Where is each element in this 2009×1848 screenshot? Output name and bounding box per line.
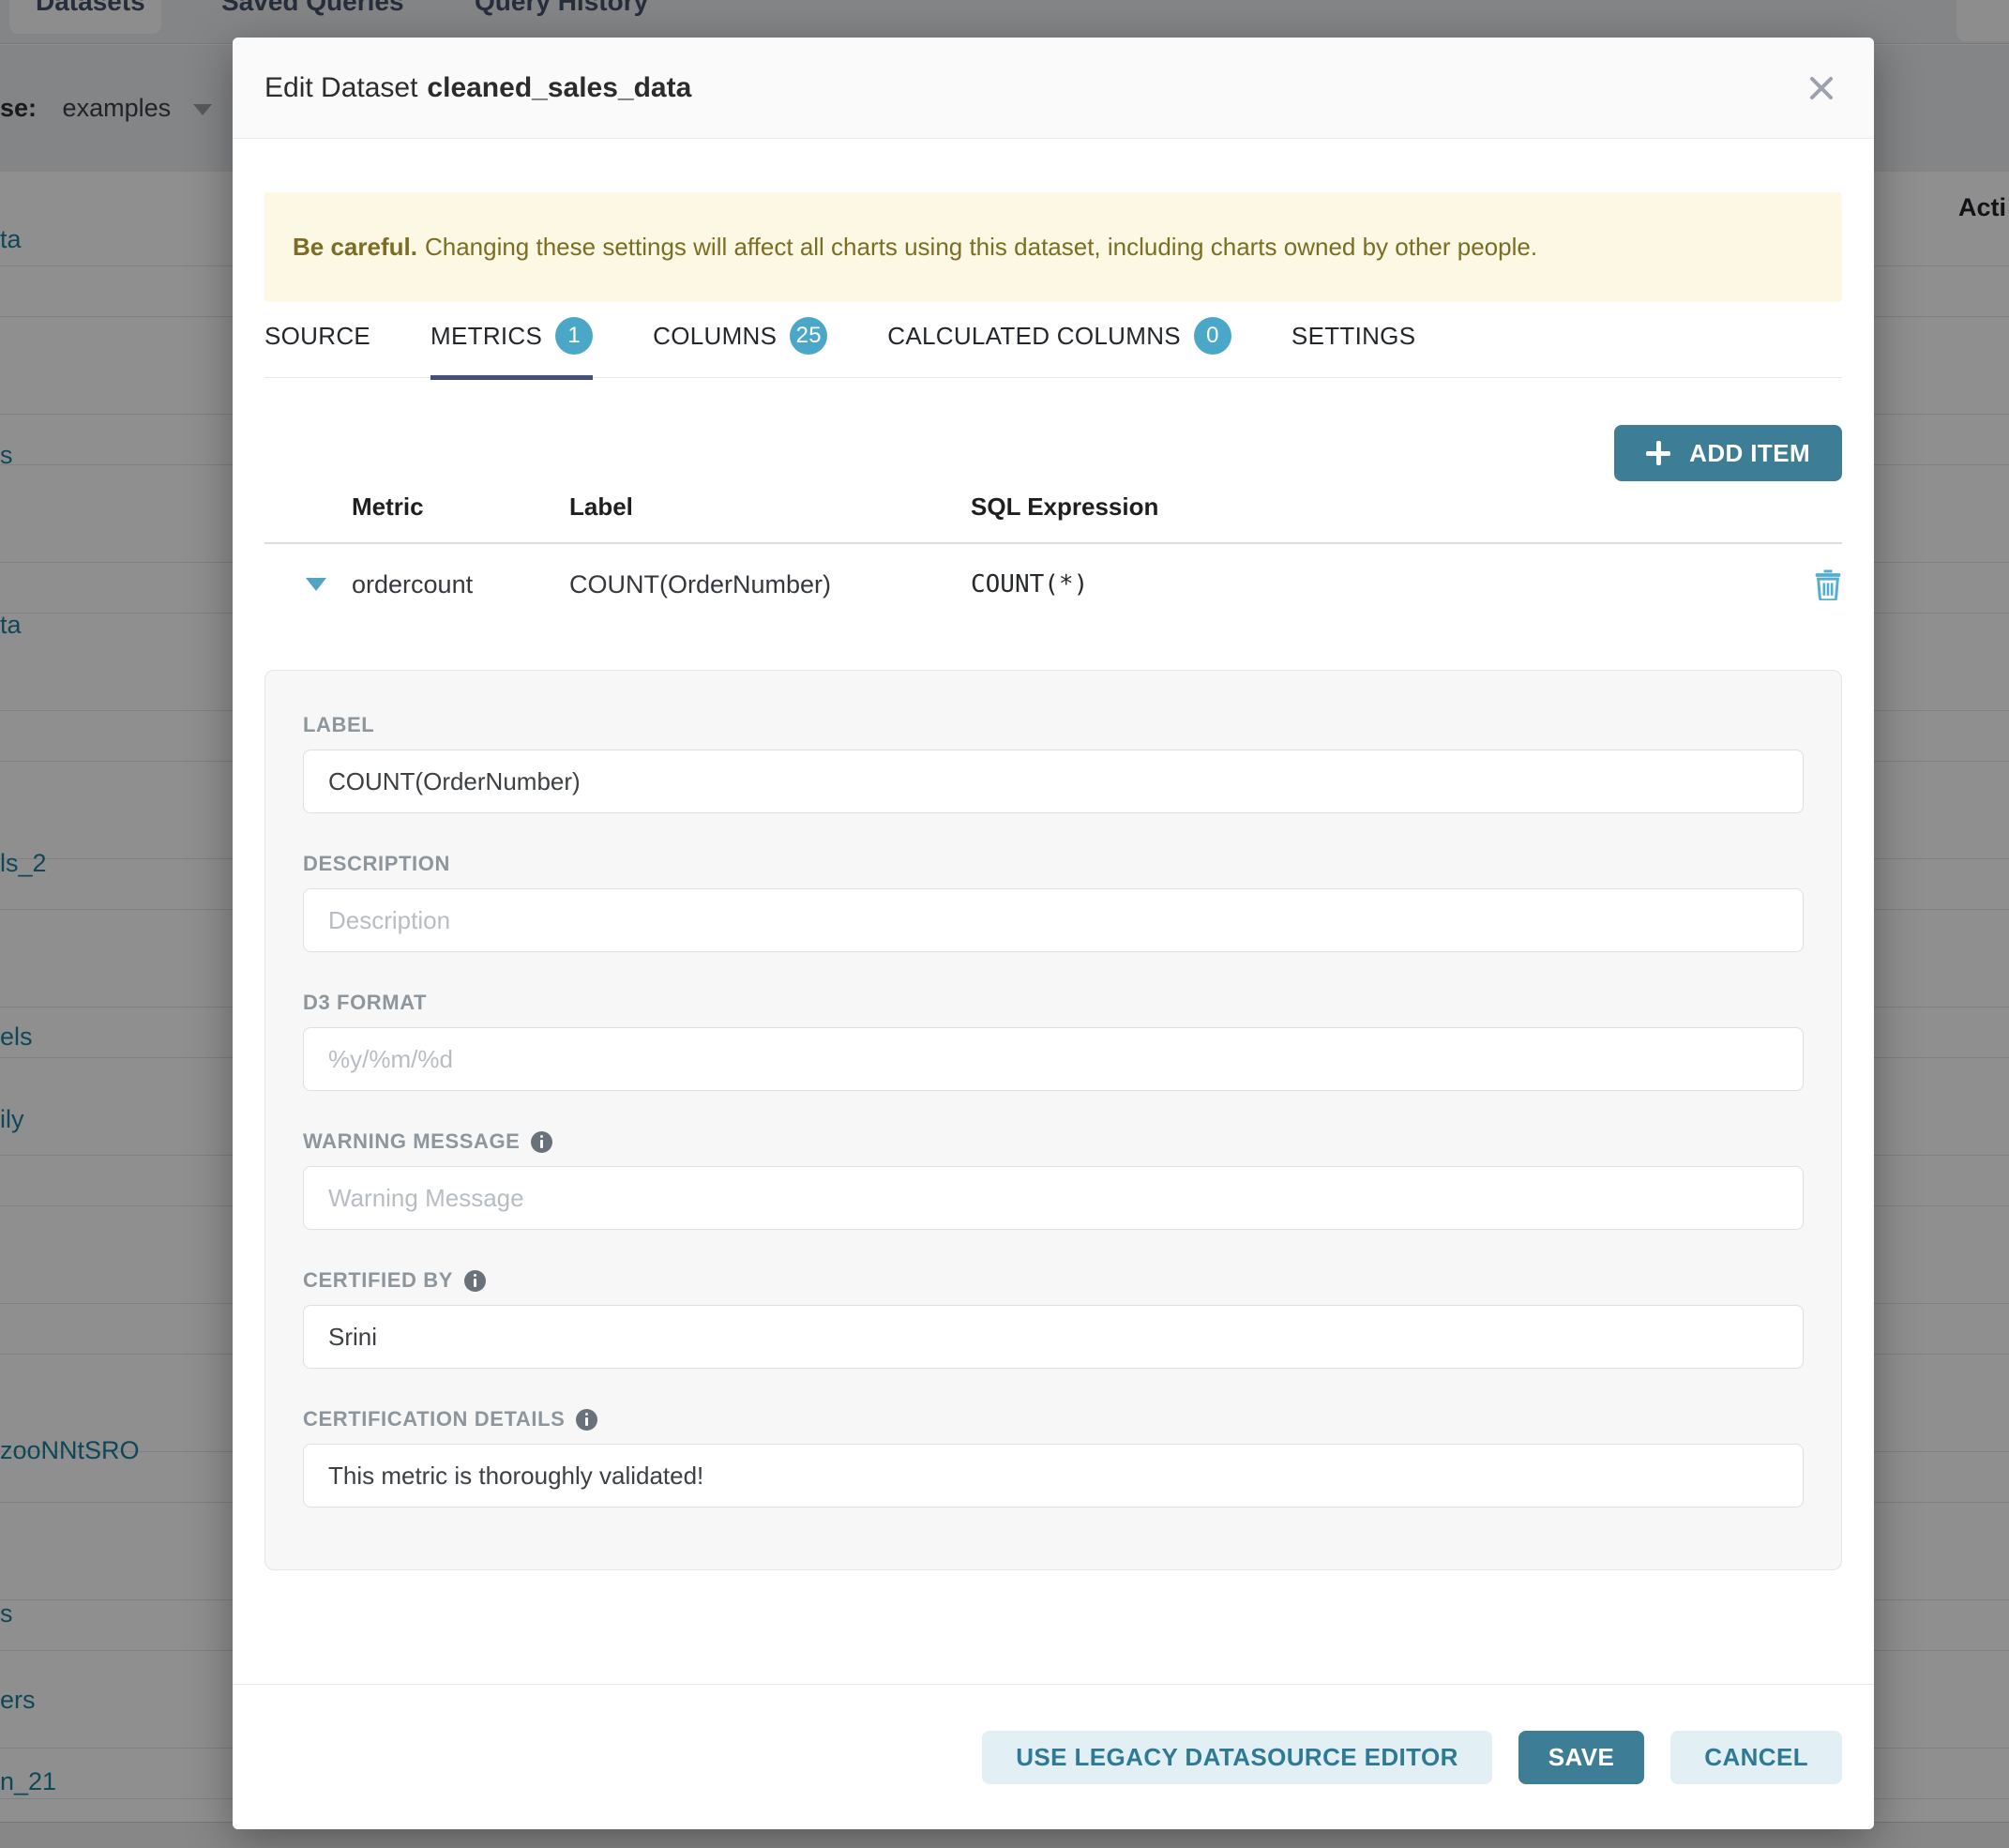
info-icon[interactable] [531, 1131, 552, 1153]
certified-by-group: CERTIFIED BY [303, 1267, 1804, 1369]
use-legacy-datasource-editor-button[interactable]: USE LEGACY DATASOURCE EDITOR [982, 1731, 1492, 1784]
save-button[interactable]: SAVE [1518, 1731, 1644, 1784]
metric-name: ordercount [352, 570, 569, 599]
warning-banner: Be careful. Changing these settings will… [264, 192, 1842, 302]
header-label: Label [569, 492, 971, 522]
label-field-label: LABEL [303, 712, 1804, 738]
description-field-label: DESCRIPTION [303, 851, 1804, 877]
metric-label: COUNT(OrderNumber) [569, 570, 971, 599]
add-item-label: ADD ITEM [1689, 439, 1810, 468]
modal-header: Edit Dataset cleaned_sales_data [233, 38, 1874, 139]
label-group: LABEL [303, 712, 1804, 813]
modal-tabs: SOURCE METRICS 1 COLUMNS 25 CALCULATED C… [264, 317, 1842, 378]
close-icon[interactable] [1801, 68, 1842, 109]
certification-details-input[interactable] [303, 1444, 1804, 1507]
info-icon[interactable] [464, 1270, 486, 1292]
cancel-button[interactable]: CANCEL [1670, 1731, 1842, 1784]
tab-metrics[interactable]: METRICS 1 [430, 317, 593, 380]
edit-dataset-modal: Edit Dataset cleaned_sales_data Be carefu… [233, 38, 1874, 1829]
certification-details-group: CERTIFICATION DETAILS [303, 1406, 1804, 1507]
tab-settings-label: SETTINGS [1292, 322, 1415, 351]
tab-calculated-columns-label: CALCULATED COLUMNS [887, 322, 1181, 351]
certified-by-field-label: CERTIFIED BY [303, 1267, 1804, 1294]
tab-metrics-label: METRICS [430, 322, 542, 351]
tab-source[interactable]: SOURCE [264, 317, 370, 380]
columns-count-badge: 25 [790, 317, 827, 355]
header-sql-expression: SQL Expression [971, 492, 1842, 522]
certification-details-field-label: CERTIFICATION DETAILS [303, 1406, 1804, 1432]
collapse-caret-icon[interactable] [306, 578, 326, 591]
add-item-button[interactable]: ADD ITEM [1614, 425, 1842, 481]
header-metric: Metric [352, 492, 569, 522]
metric-row: ordercount COUNT(OrderNumber) COUNT(*) [264, 544, 1842, 625]
d3-format-input[interactable] [303, 1027, 1804, 1091]
dataset-name: cleaned_sales_data [427, 72, 691, 103]
modal-content: Be careful. Changing these settings will… [233, 192, 1874, 1570]
metrics-count-badge: 1 [555, 317, 593, 355]
tab-columns-label: COLUMNS [653, 322, 777, 351]
tab-settings[interactable]: SETTINGS [1292, 317, 1415, 380]
metric-detail-panel: LABEL DESCRIPTION D3 FORMAT WARNING MESS… [264, 670, 1842, 1570]
plus-icon [1646, 441, 1670, 465]
certified-by-input[interactable] [303, 1305, 1804, 1369]
warning-message-input[interactable] [303, 1166, 1804, 1230]
modal-title: Edit Dataset cleaned_sales_data [264, 72, 691, 104]
warning-banner-text: Changing these settings will affect all … [425, 233, 1537, 262]
label-input[interactable] [303, 750, 1804, 813]
metric-sql: COUNT(*) [971, 570, 1814, 598]
description-input[interactable] [303, 888, 1804, 952]
warning-message-field-label: WARNING MESSAGE [303, 1128, 1804, 1155]
metrics-toolbar: ADD ITEM [264, 425, 1842, 481]
warning-message-group: WARNING MESSAGE [303, 1128, 1804, 1230]
tab-columns[interactable]: COLUMNS 25 [653, 317, 827, 380]
d3-format-field-label: D3 FORMAT [303, 990, 1804, 1016]
calculated-columns-count-badge: 0 [1194, 317, 1231, 355]
metrics-table-header: Metric Label SQL Expression [264, 492, 1842, 544]
tab-calculated-columns[interactable]: CALCULATED COLUMNS 0 [887, 317, 1231, 380]
tab-source-label: SOURCE [264, 322, 370, 351]
modal-title-prefix: Edit Dataset [264, 72, 417, 103]
info-icon[interactable] [576, 1409, 597, 1431]
delete-metric-icon[interactable] [1814, 568, 1842, 600]
description-group: DESCRIPTION [303, 851, 1804, 952]
modal-footer: USE LEGACY DATASOURCE EDITOR SAVE CANCEL [233, 1684, 1874, 1829]
d3-format-group: D3 FORMAT [303, 990, 1804, 1091]
warning-banner-bold: Be careful. [293, 233, 417, 262]
